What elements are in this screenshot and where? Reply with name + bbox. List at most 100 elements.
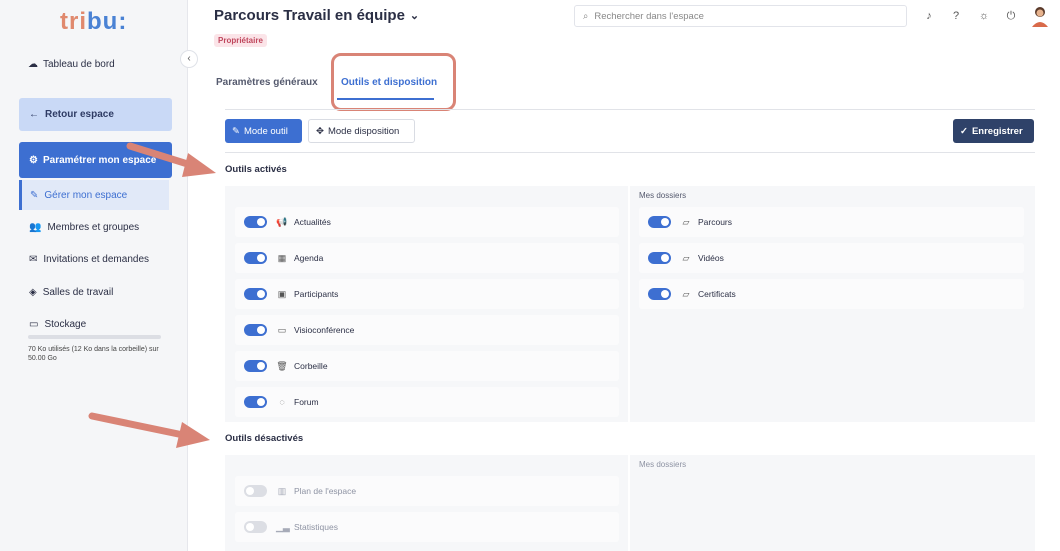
sidebar-item-members[interactable]: 👥 Membres et groupes	[19, 212, 169, 242]
active-folders-label: Mes dossiers	[639, 191, 687, 200]
active-tools-heading: Outils activés	[225, 164, 287, 175]
tool-row-agenda: ▦ Agenda	[235, 243, 619, 273]
annotation-arrow-disabled	[88, 412, 210, 448]
page-title-text: Parcours Travail en équipe	[214, 7, 405, 24]
sidebar-item-label: Membres et groupes	[47, 221, 140, 233]
storage-usage-text: 70 Ko utilisés (12 Ko dans la corbeille)…	[28, 346, 159, 362]
collapse-sidebar-button[interactable]: ‹	[180, 50, 198, 68]
arrow-left-icon: ←	[29, 109, 39, 120]
folder-icon: ▱	[682, 216, 690, 227]
trash-icon: 🗑	[276, 360, 288, 371]
sidebar-item-manage-space[interactable]: ✎ Gérer mon espace	[19, 180, 169, 210]
page-title[interactable]: Parcours Travail en équipe ⌄	[214, 7, 419, 24]
tool-label: Actualités	[294, 217, 331, 227]
tool-toggle[interactable]	[244, 216, 267, 228]
tool-toggle[interactable]	[244, 396, 267, 408]
folder-icon: ▱	[682, 252, 690, 263]
sidebar-item-label: Salles de travail	[42, 286, 114, 298]
chat-icon: ◌	[279, 397, 285, 407]
folder-toggle[interactable]	[648, 216, 671, 228]
tool-label: Forum	[294, 397, 319, 407]
mode-tool-button[interactable]: ✎ Mode outil	[225, 119, 302, 143]
tool-row-forum: ◌ Forum	[235, 387, 619, 417]
chevron-left-icon: ‹	[187, 53, 191, 64]
video-icon: ▭	[277, 324, 287, 335]
contact-icon: ▣	[277, 288, 287, 299]
folder-row-parcours: ▱ Parcours	[639, 207, 1024, 237]
folder-label: Vidéos	[698, 253, 724, 263]
cube-icon: ◈	[29, 286, 37, 298]
search-icon: ⌕	[583, 10, 589, 22]
storage-progress-bar	[28, 335, 161, 339]
gear-icon: ⚙	[29, 154, 38, 166]
save-label: Enregistrer	[971, 125, 1023, 137]
tool-toggle[interactable]	[244, 485, 267, 497]
search-placeholder: Rechercher dans l'espace	[594, 10, 704, 22]
check-icon: ✓	[960, 125, 968, 137]
folder-row-videos: ▱ Vidéos	[639, 243, 1024, 273]
folder-icon: ▱	[682, 288, 690, 299]
power-icon[interactable]: ⏻	[1004, 9, 1018, 23]
toolbar-divider	[225, 152, 1035, 153]
sidebar-item-label: Invitations et demandes	[43, 253, 150, 265]
users-icon: 👥	[29, 221, 42, 233]
folder-row-certificates: ▱ Certificats	[639, 279, 1024, 309]
chart-icon: ▁▃	[276, 521, 290, 532]
wrench-icon: ✎	[30, 189, 39, 201]
tool-toggle[interactable]	[244, 521, 267, 533]
disabled-folders-label: Mes dossiers	[639, 460, 687, 469]
tab-highlight-annotation	[331, 53, 456, 111]
sidebar-item-invitations[interactable]: ✉ Invitations et demandes	[19, 244, 169, 274]
search-input[interactable]: ⌕ Rechercher dans l'espace	[574, 5, 907, 27]
folder-label: Parcours	[698, 217, 733, 227]
tool-row-news: 📢 Actualités	[235, 207, 619, 237]
avatar[interactable]	[1030, 5, 1050, 27]
chevron-down-icon: ⌄	[409, 10, 420, 22]
bell-icon[interactable]: ♪	[922, 9, 936, 23]
map-icon: ▥	[277, 485, 287, 496]
tool-row-space-map: ▥ Plan de l'espace	[235, 476, 619, 506]
sidebar-item-label: Stockage	[44, 318, 87, 330]
folder-icon: ▭	[29, 318, 39, 330]
sidebar-item-label: Gérer mon espace	[44, 189, 128, 201]
nav-dashboard[interactable]: ☁ Tableau de bord	[28, 59, 115, 70]
back-label: Retour espace	[45, 109, 114, 120]
tool-row-videoconference: ▭ Visioconférence	[235, 315, 619, 345]
help-icon[interactable]: ?	[949, 9, 963, 23]
tool-toggle[interactable]	[244, 288, 267, 300]
mode-layout-label: Mode disposition	[327, 125, 400, 137]
tool-label: Visioconférence	[294, 325, 355, 335]
tabs-divider	[225, 109, 1035, 110]
theme-sun-icon[interactable]: ☼	[977, 9, 991, 23]
folder-toggle[interactable]	[648, 252, 671, 264]
tool-label: Corbeille	[294, 361, 328, 371]
tool-label: Participants	[294, 289, 339, 299]
move-icon: ✥	[316, 125, 324, 137]
tool-row-statistics: ▁▃ Statistiques	[235, 512, 619, 542]
tool-label: Statistiques	[294, 522, 338, 532]
wrench-icon: ✎	[232, 125, 240, 137]
tool-label: Plan de l'espace	[294, 486, 357, 496]
calendar-icon: ▦	[277, 252, 287, 263]
tool-toggle[interactable]	[244, 252, 267, 264]
save-button[interactable]: ✓ Enregistrer	[953, 119, 1034, 143]
disabled-tools-heading: Outils désactivés	[225, 433, 304, 444]
tab-general-settings[interactable]: Paramètres généraux	[216, 77, 318, 88]
nav-dashboard-label: Tableau de bord	[43, 59, 115, 70]
mail-icon: ✉	[29, 253, 38, 265]
mode-tool-label: Mode outil	[243, 125, 288, 137]
disabled-folders-panel	[630, 455, 1035, 551]
folder-label: Certificats	[698, 289, 736, 299]
annotation-arrow-active	[126, 142, 216, 177]
tribu-logo[interactable]: tribu:	[60, 8, 127, 36]
tool-row-participants: ▣ Participants	[235, 279, 619, 309]
sidebar-item-workrooms[interactable]: ◈ Salles de travail	[19, 277, 169, 307]
folder-toggle[interactable]	[648, 288, 671, 300]
megaphone-icon: 📢	[276, 216, 288, 227]
cloud-icon: ☁	[28, 59, 38, 70]
tool-row-trash: 🗑 Corbeille	[235, 351, 619, 381]
mode-layout-button[interactable]: ✥ Mode disposition	[308, 119, 415, 143]
tool-toggle[interactable]	[244, 324, 267, 336]
back-to-space-button[interactable]: ← Retour espace	[19, 98, 172, 131]
tool-toggle[interactable]	[244, 360, 267, 372]
